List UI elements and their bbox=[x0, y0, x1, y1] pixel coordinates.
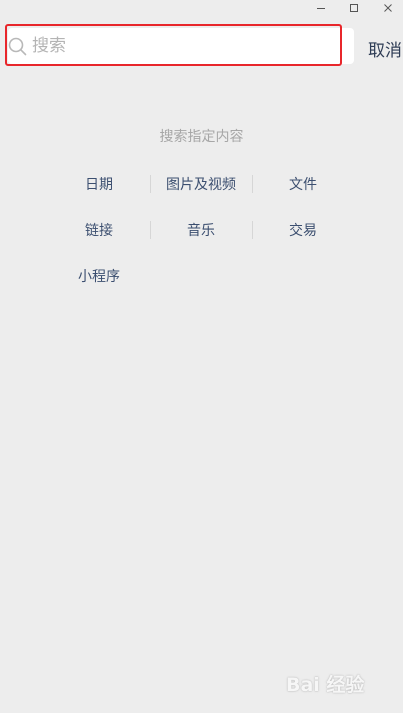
category-music[interactable]: 音乐 bbox=[150, 218, 252, 242]
category-transactions[interactable]: 交易 bbox=[252, 218, 354, 242]
category-grid: 日期 图片及视频 文件 链接 音乐 交易 小程序 bbox=[48, 172, 354, 310]
title-bar bbox=[0, 0, 403, 18]
minimize-button[interactable] bbox=[310, 0, 332, 16]
close-button[interactable] bbox=[377, 0, 399, 16]
watermark-text: Bai 经验 bbox=[286, 674, 365, 696]
search-window: 取消 搜索指定内容 日期 图片及视频 文件 链接 音乐 交易 小程序 Bai 经… bbox=[0, 0, 403, 713]
section-title: 搜索指定内容 bbox=[159, 129, 244, 145]
category-files[interactable]: 文件 bbox=[252, 172, 354, 196]
cancel-button[interactable]: 取消 bbox=[368, 36, 402, 61]
category-photos-videos[interactable]: 图片及视频 bbox=[150, 172, 252, 196]
category-row: 链接 音乐 交易 bbox=[48, 218, 354, 242]
category-mini-programs[interactable]: 小程序 bbox=[48, 264, 150, 288]
maximize-button[interactable] bbox=[343, 0, 365, 16]
watermark: Bai 经验 bbox=[286, 660, 396, 700]
search-input[interactable] bbox=[32, 32, 342, 60]
category-date[interactable]: 日期 bbox=[48, 172, 150, 196]
category-row: 小程序 bbox=[48, 264, 354, 288]
maximize-icon bbox=[350, 4, 358, 12]
minimize-icon bbox=[317, 8, 325, 9]
category-links[interactable]: 链接 bbox=[48, 218, 150, 242]
close-icon bbox=[384, 4, 392, 12]
search-icon bbox=[8, 37, 27, 56]
search-box[interactable] bbox=[8, 28, 354, 64]
category-row: 日期 图片及视频 文件 bbox=[48, 172, 354, 196]
